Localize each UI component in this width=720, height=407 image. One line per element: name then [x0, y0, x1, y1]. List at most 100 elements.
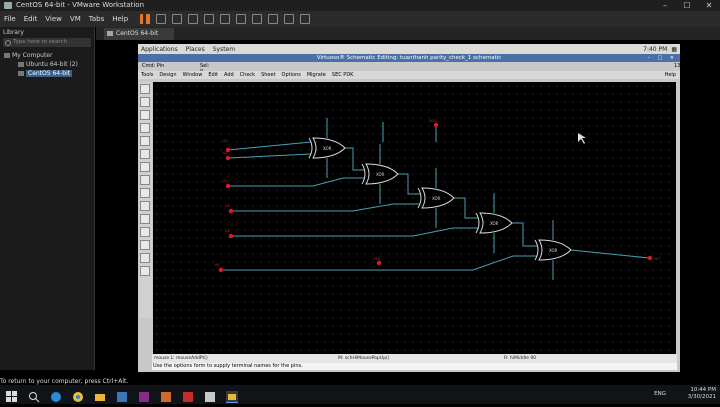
language-indicator[interactable]: ENG [654, 391, 666, 397]
search-icon[interactable] [28, 388, 40, 403]
app-icon-3[interactable] [160, 388, 172, 402]
fullscreen-icon[interactable] [252, 14, 263, 24]
copy-icon[interactable] [140, 162, 150, 172]
schematic-toolbar [139, 82, 152, 318]
library-header: Library [3, 29, 24, 36]
xor-gate[interactable]: XOR [308, 137, 346, 159]
menu-help[interactable]: Help [112, 15, 128, 23]
menu-edit[interactable]: Edit [24, 15, 38, 23]
pin-a3[interactable] [228, 208, 234, 214]
app-icon-1[interactable] [116, 388, 128, 402]
pin-a1[interactable] [225, 155, 231, 161]
menu-migrate[interactable]: Migrate [307, 72, 326, 78]
virtuoso-status: Cmd: Pin Sel: 0 13 [142, 63, 680, 75]
pin-out[interactable] [647, 255, 653, 261]
app-icon-2[interactable] [138, 388, 150, 402]
xor-gate[interactable]: XOR [417, 187, 455, 209]
network-icon[interactable]: ▦ [671, 46, 677, 53]
vmware-title: CentOS 64-bit - VMware Workstation [16, 1, 145, 9]
app-icon-4[interactable] [182, 388, 194, 402]
revert-snapshot-icon[interactable] [188, 14, 199, 24]
virtuoso-window-controls[interactable]: – □ ✕ [647, 55, 677, 61]
menu-sec-pdk[interactable]: SEC PDK [332, 72, 354, 78]
menu-view[interactable]: View [45, 15, 62, 23]
thumbnail-icon[interactable] [236, 14, 247, 24]
menu-edit-v[interactable]: Edit [208, 72, 218, 78]
schematic-canvas[interactable]: XOR XOR XOR XOR XOR A0 A1 A2 A3 A4 A5 VDD VSS OUT [153, 82, 676, 354]
menu-file[interactable]: File [4, 15, 16, 23]
gnome-menu-system[interactable]: System [213, 46, 235, 53]
input-wire-a0 [227, 141, 312, 151]
sidebar-toggle-icon[interactable] [220, 14, 231, 24]
tab-centos[interactable]: CentOS 64-bit [104, 28, 174, 40]
window-controls: – ☐ ✕ [654, 0, 720, 11]
gnome-menu-places[interactable]: Places [186, 46, 205, 53]
menu-options[interactable]: Options [282, 72, 301, 78]
library-item-centos[interactable]: CentOS 64-bit [0, 69, 94, 78]
label-icon[interactable] [140, 240, 150, 250]
svg-text:XOR: XOR [490, 221, 499, 226]
edge-icon[interactable] [50, 388, 62, 402]
menu-sheet[interactable]: Sheet [261, 72, 275, 78]
check-save-icon[interactable] [140, 84, 150, 94]
mouse-bindings-bar: mouse L: mouseAddPt() M: schHiMousePopUp… [152, 354, 677, 363]
menu-window[interactable]: Window [183, 72, 203, 78]
pin-a4[interactable] [228, 233, 234, 239]
send-keys-icon[interactable] [156, 14, 167, 24]
gnome-clock[interactable]: 7:40 PM [643, 46, 667, 53]
pin-label: VSS [373, 257, 381, 261]
pin-vdd[interactable] [433, 122, 439, 128]
snapshot-icon[interactable] [172, 14, 183, 24]
pin-a5[interactable] [218, 267, 224, 273]
system-clock[interactable]: 10:44 PM 3/30/2021 [688, 387, 716, 401]
instance-icon[interactable] [140, 214, 150, 224]
menu-design[interactable]: Design [159, 72, 176, 78]
num-label: 13 [674, 63, 681, 69]
pin-a2[interactable] [225, 183, 231, 189]
pin-label: OUT [653, 257, 661, 261]
menu-tabs[interactable]: Tabs [89, 15, 105, 23]
menu-add[interactable]: Add [224, 72, 234, 78]
stretch-icon[interactable] [300, 14, 311, 24]
xor-gate[interactable]: XOR [475, 212, 513, 234]
xor-gate[interactable]: XOR [534, 239, 572, 261]
vmware-taskbar-icon[interactable] [226, 388, 238, 403]
zoom-out-icon[interactable] [140, 136, 150, 146]
pin-vss[interactable] [376, 260, 382, 266]
library-tree: My Computer Ubuntu 64-bit (2) CentOS 64-… [0, 51, 94, 78]
zoom-fit-icon[interactable] [140, 110, 150, 120]
start-icon[interactable] [6, 388, 18, 402]
property-icon[interactable] [140, 201, 150, 211]
wire-icon[interactable] [140, 227, 150, 237]
pin-label: A2 [223, 179, 228, 183]
library-item-ubuntu[interactable]: Ubuntu 64-bit (2) [0, 60, 94, 69]
pin-label: A4 [225, 229, 230, 233]
save-icon[interactable] [140, 97, 150, 107]
input-wire-a3 [231, 203, 420, 212]
zoom-in-icon[interactable] [140, 123, 150, 133]
cmd-icon[interactable] [140, 266, 150, 276]
menu-vm[interactable]: VM [70, 15, 81, 23]
menu-help-v[interactable]: Help [665, 72, 680, 78]
menu-tools[interactable]: Tools [141, 72, 153, 78]
gnome-menu-applications[interactable]: Applications [141, 46, 178, 53]
explorer-icon[interactable] [94, 388, 106, 401]
gnome-panel: Applications Places System 7:40 PM ▦ [138, 44, 680, 54]
menu-check[interactable]: Check [240, 72, 255, 78]
snapshot-manager-icon[interactable] [204, 14, 215, 24]
minimize-icon[interactable]: – [654, 0, 676, 11]
pin-icon[interactable] [140, 253, 150, 263]
stretch-tool-icon[interactable] [140, 149, 150, 159]
close-icon[interactable]: ✕ [698, 0, 720, 11]
undo-icon[interactable] [140, 188, 150, 198]
delete-icon[interactable] [140, 175, 150, 185]
chrome-icon[interactable] [72, 388, 84, 402]
library-item-my-computer[interactable]: My Computer [0, 51, 94, 60]
console-icon[interactable] [284, 14, 295, 24]
pause-icon[interactable] [140, 14, 151, 24]
maximize-icon[interactable]: ☐ [676, 0, 698, 11]
xor-gate[interactable]: XOR [361, 163, 399, 185]
unity-icon[interactable] [268, 14, 279, 24]
app-icon-5[interactable] [204, 388, 216, 402]
library-search-input[interactable]: Type here to search [3, 38, 91, 47]
